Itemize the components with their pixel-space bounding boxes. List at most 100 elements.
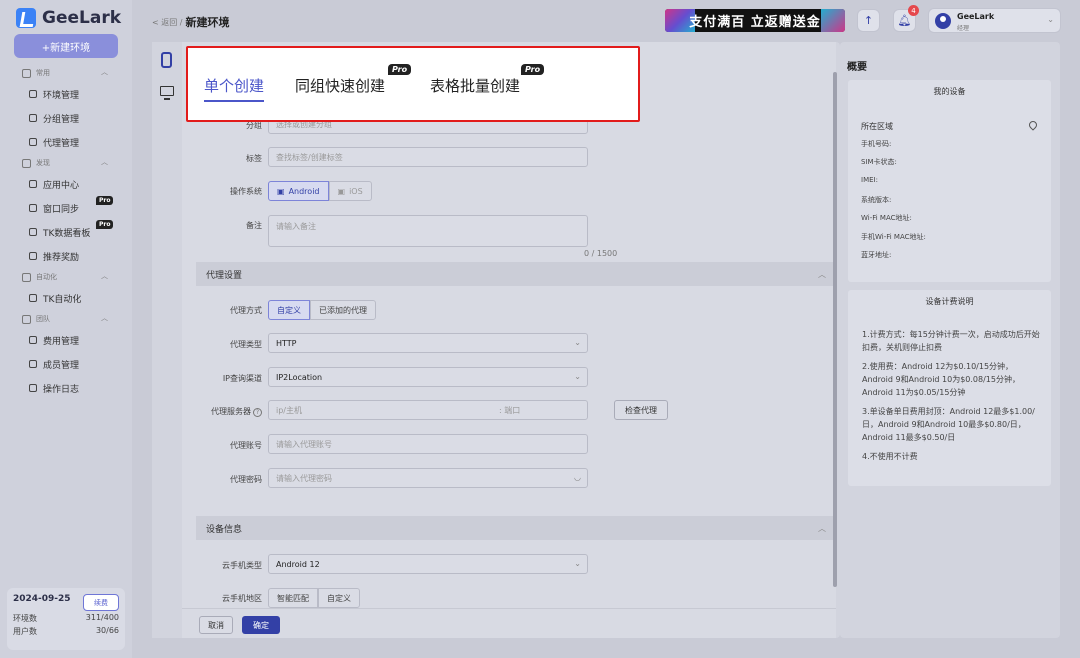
device-field: 手机号码: (861, 140, 892, 148)
user-menu[interactable]: GeeLark 经理 ⌄ (928, 8, 1061, 33)
chevron-down-icon: ⌄ (1047, 15, 1054, 24)
ip-channel-select[interactable]: IP2Location ⌄ (268, 367, 588, 387)
sidebar-item-window-sync[interactable]: 窗口同步 Pro (0, 196, 132, 220)
create-mode-tabs: 单个创建 同组快速创建 Pro 表格批量创建 Pro (186, 46, 640, 122)
proxy-method-saved[interactable]: 已添加的代理 (310, 300, 376, 320)
os-android-option[interactable]: ▣ Android (268, 181, 329, 201)
sidebar-item-env-management[interactable]: 环境管理 (0, 82, 132, 106)
pro-badge: Pro (388, 64, 412, 75)
desktop-icon[interactable] (160, 86, 174, 100)
sidebar-item-members[interactable]: 成员管理 (0, 352, 132, 376)
renew-button[interactable]: 续费 (83, 594, 119, 611)
breadcrumb: < 返回 / 新建环境 (152, 14, 229, 30)
proxy-type-label: 代理类型 (230, 340, 262, 349)
proxy-password-input[interactable]: 请输入代理密码 ◡ (268, 468, 588, 488)
new-environment-button[interactable]: +新建环境 (14, 34, 118, 58)
chevron-down-icon: ⌄ (574, 372, 581, 381)
os-ios-option[interactable]: ▣ iOS (328, 181, 372, 201)
window-icon (29, 90, 37, 98)
sidebar-item-billing[interactable]: 费用管理 (0, 328, 132, 352)
proxy-type-select[interactable]: HTTP ⌄ (268, 333, 588, 353)
sidebar-item-tk-dashboard[interactable]: TK数据看板 Pro (0, 220, 132, 244)
device-field: IMEI: (861, 176, 878, 184)
sidebar-item-group-management[interactable]: 分组管理 (0, 106, 132, 130)
proxy-account-input[interactable]: 请输入代理账号 (268, 434, 588, 454)
chevron-up-icon: ︿ (818, 269, 826, 279)
note-char-counter: 0 / 1500 (584, 249, 618, 258)
tab-batch-table-create[interactable]: 表格批量创建 (430, 75, 520, 96)
region-label: 所在区域 (861, 122, 893, 131)
proxy-password-label: 代理密码 (230, 475, 262, 484)
back-link[interactable]: < 返回 / (152, 17, 182, 28)
wallet-icon (29, 336, 37, 344)
form-footer: 取消 确定 (182, 608, 836, 638)
fee-item: 2.使用费：Android 12为$0.10/15分钟，Android 9和An… (862, 362, 1020, 397)
upload-button[interactable]: ↑ (857, 9, 880, 32)
automation-icon (22, 272, 31, 282)
help-icon[interactable]: ? (253, 408, 262, 417)
account-summary: 2024-09-25 续费 环境数 311/400 用户数 30/66 (7, 588, 125, 650)
chevron-down-icon: ⌄ (574, 559, 581, 568)
list-icon (29, 114, 37, 122)
notification-button[interactable]: 🔔︎ 4 (893, 5, 919, 32)
phone-type-label: 云手机类型 (222, 561, 262, 570)
app-logo[interactable]: GeeLark (16, 8, 121, 28)
sidebar-item-operation-log[interactable]: 操作日志 (0, 376, 132, 400)
fee-item: 1.计费方式：每15分钟计费一次，启动成功后开始扣费，关机则停止扣费 (862, 330, 1040, 352)
tab-group-quick-create[interactable]: 同组快速创建 (295, 75, 385, 96)
user-count-row: 用户数 30/66 (13, 626, 119, 636)
apps-icon (29, 180, 37, 188)
phone-icon[interactable] (161, 52, 172, 68)
proxy-settings-section[interactable]: 代理设置 ︿ (196, 262, 836, 286)
nav-group-common[interactable]: 常用 ︿ (0, 64, 132, 82)
device-field: 蓝牙地址: (861, 251, 892, 259)
promo-banner[interactable]: 支付满百 立返赠送金 (665, 9, 845, 32)
pro-badge: Pro (521, 64, 545, 75)
sidebar-item-referral-rewards[interactable]: 推荐奖励 (0, 244, 132, 268)
gift-icon (29, 252, 37, 260)
nav-group-team[interactable]: 团队 ︿ (0, 310, 132, 328)
proxy-port-input[interactable]: : 端口 (499, 405, 520, 416)
tiktok-icon (29, 294, 37, 302)
sidebar-item-proxy-management[interactable]: 代理管理 (0, 130, 132, 154)
device-info-section[interactable]: 设备信息 ︿ (196, 516, 836, 540)
region-smart-match[interactable]: 智能匹配 (268, 588, 318, 608)
user-role: 经理 (957, 25, 970, 32)
tab-single-create[interactable]: 单个创建 (204, 75, 265, 102)
phone-region-label: 云手机地区 (222, 594, 262, 603)
tag-select[interactable]: 查找标签/创建标签 (268, 147, 588, 167)
fee-item: 3.单设备单日费用封顶：Android 12最多$1.00/日，Android … (862, 407, 1035, 442)
cancel-button[interactable]: 取消 (199, 616, 233, 634)
confirm-button[interactable]: 确定 (242, 616, 280, 634)
sidebar-item-tk-automation[interactable]: TK自动化 (0, 286, 132, 310)
device-field: 手机Wi-Fi MAC地址: (861, 233, 926, 241)
app-name: GeeLark (42, 8, 122, 28)
team-icon (22, 314, 31, 324)
android-icon: ▣ (277, 186, 285, 196)
phone-type-select[interactable]: Android 12 ⌄ (268, 554, 588, 574)
avatar (935, 13, 951, 29)
os-toggle: ▣ Android ▣ iOS (268, 181, 372, 201)
check-proxy-button[interactable]: 检查代理 (614, 400, 668, 420)
nav-group-automation[interactable]: 自动化 ︿ (0, 268, 132, 286)
document-icon (29, 384, 37, 392)
sidebar-nav: 常用 ︿ 环境管理 分组管理 代理管理 发现 ︿ 应用中心 窗口同步 Pro TK数据… (0, 64, 132, 400)
pro-badge: Pro (96, 196, 114, 205)
chevron-down-icon: ⌄ (574, 338, 581, 347)
nav-group-discover[interactable]: 发现 ︿ (0, 154, 132, 172)
note-textarea[interactable]: 请输入备注 (268, 215, 588, 247)
sync-icon (29, 204, 37, 212)
eye-hidden-icon[interactable]: ◡ (574, 473, 581, 482)
fee-title: 设备计费说明 (925, 297, 974, 306)
region-custom[interactable]: 自定义 (318, 588, 360, 608)
proxy-server-input[interactable]: ip/主机 : 端口 (268, 400, 588, 420)
proxy-server-label: 代理服务器? (182, 406, 262, 417)
location-pin-icon (1027, 119, 1039, 131)
form-scrollbar[interactable] (833, 72, 837, 587)
device-field: 系统版本: (861, 196, 892, 204)
compass-icon (22, 158, 31, 168)
proxy-method-custom[interactable]: 自定义 (268, 300, 310, 320)
sidebar-item-app-center[interactable]: 应用中心 (0, 172, 132, 196)
proxy-host-input[interactable]: ip/主机 (276, 405, 302, 416)
note-label: 备注 (246, 221, 262, 230)
